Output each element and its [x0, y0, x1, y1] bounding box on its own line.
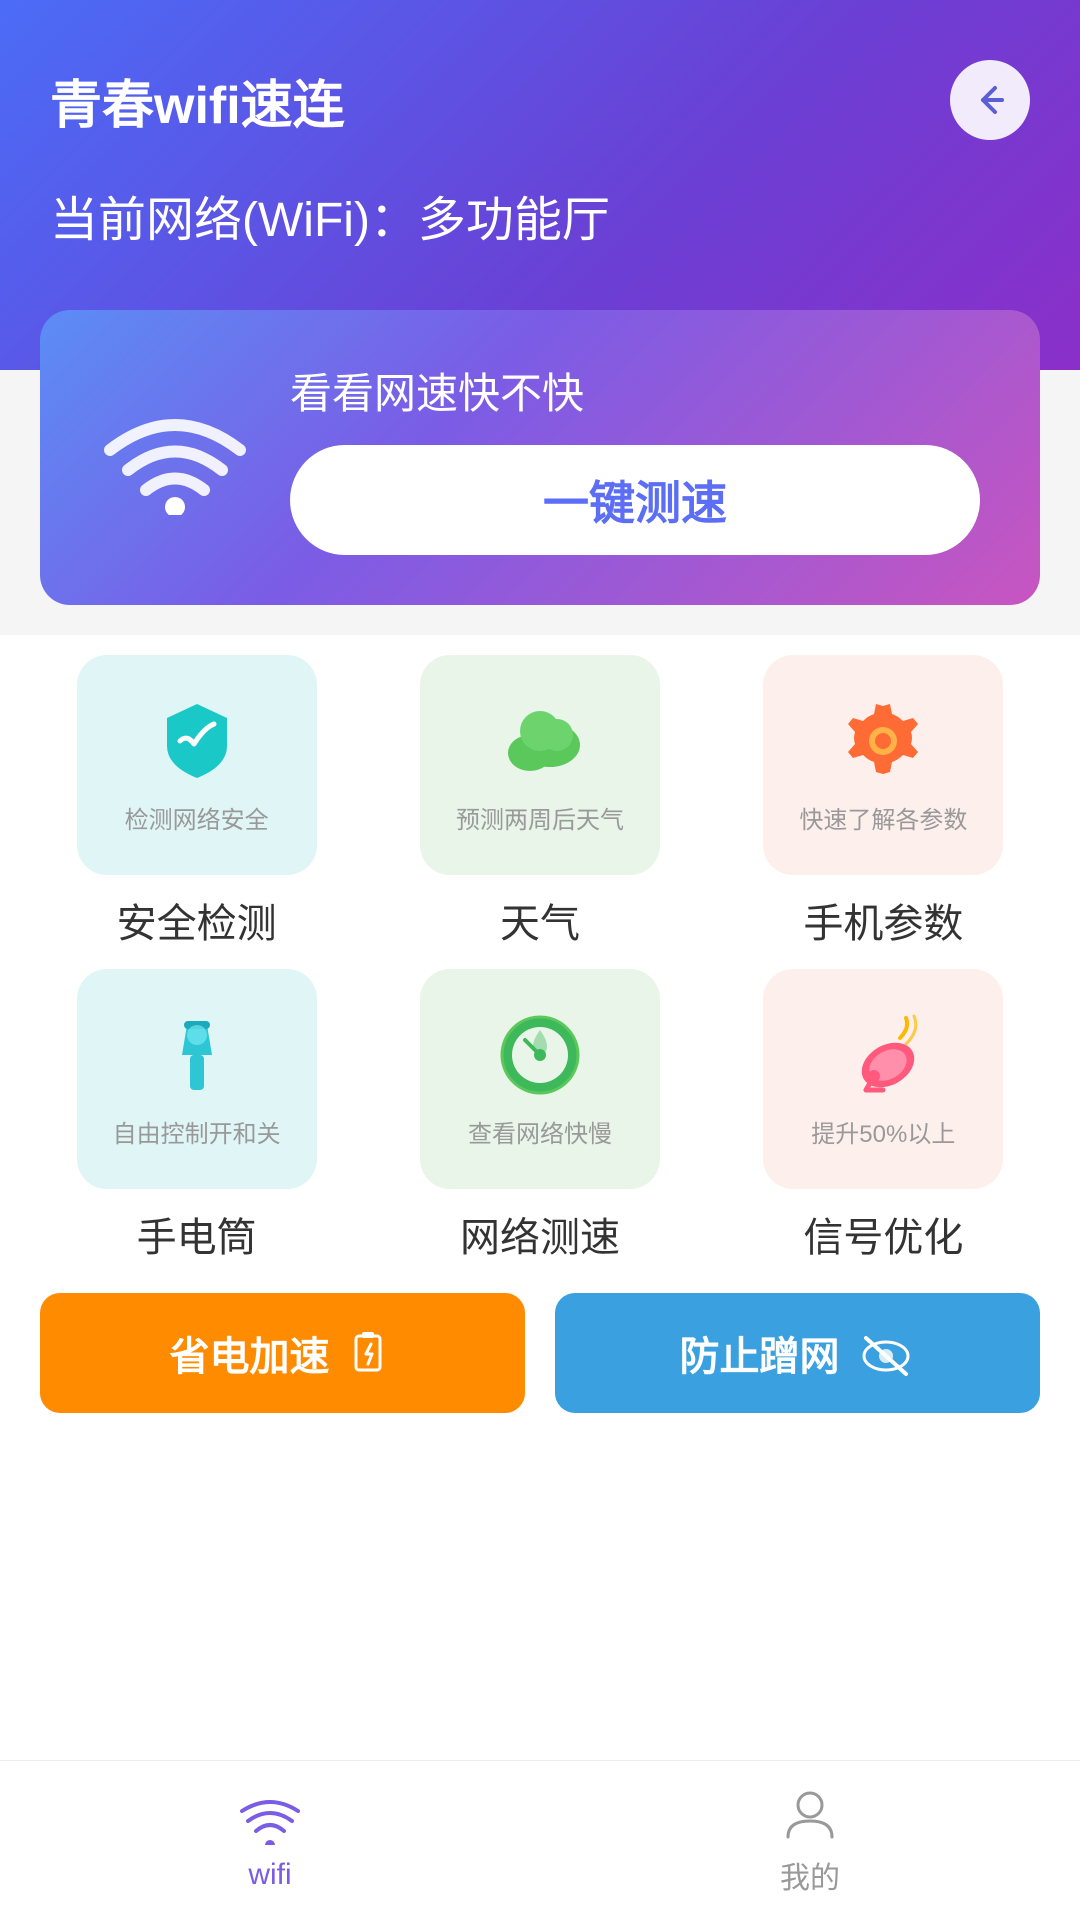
feature-card-signal: 提升50%以上: [763, 969, 1003, 1189]
phone-params-desc: 快速了解各参数: [799, 800, 967, 835]
bottom-navigation: wifi 我的: [0, 1760, 1080, 1920]
weather-desc: 预测两周后天气: [456, 800, 624, 835]
torch-desc: 自由控制开和关: [113, 1114, 281, 1149]
security-desc: 检测网络安全: [125, 800, 269, 835]
feature-grid-row2: 自由控制开和关 手电筒 查看网络快慢 网络测速: [40, 969, 1040, 1263]
nav-wifi-icon: [235, 1790, 305, 1850]
torch-name: 手电筒: [137, 1205, 257, 1263]
cloud-icon: [495, 696, 585, 786]
network-speed-name: 网络测速: [460, 1205, 620, 1263]
network-speed-desc: 查看网络快慢: [468, 1114, 612, 1149]
feature-card-network-speed: 查看网络快慢: [420, 969, 660, 1189]
shield-icon: [152, 696, 242, 786]
nav-user-icon: [780, 1785, 840, 1845]
speed-description: 看看网速快不快: [290, 360, 980, 421]
nav-item-wifi[interactable]: wifi: [0, 1790, 540, 1892]
feature-item-weather[interactable]: 预测两周后天气 天气: [383, 655, 696, 949]
gear-icon: [838, 696, 928, 786]
signal-name: 信号优化: [803, 1205, 963, 1263]
nav-wifi-label: wifi: [248, 1858, 291, 1892]
anti-rub-label: 防止蹭网: [680, 1324, 840, 1382]
bottom-cards: 省电加速 防止蹭网: [40, 1293, 1040, 1413]
speed-card-content: 看看网速快不快 一键测速: [290, 360, 980, 555]
feature-card-security: 检测网络安全: [77, 655, 317, 875]
feature-item-security[interactable]: 检测网络安全 安全检测: [40, 655, 353, 949]
feature-item-phone-params[interactable]: 快速了解各参数 手机参数: [727, 655, 1040, 949]
signal-desc: 提升50%以上: [811, 1114, 955, 1149]
anti-rub-card[interactable]: 防止蹭网: [555, 1293, 1040, 1413]
power-boost-label: 省电加速: [170, 1324, 330, 1382]
nav-item-my[interactable]: 我的: [540, 1785, 1080, 1897]
current-network-label: 当前网络(WiFi)：多功能厅: [50, 180, 1030, 250]
nav-my-label: 我的: [780, 1853, 840, 1897]
speed-test-card: 看看网速快不快 一键测速: [40, 310, 1040, 605]
header-top: 青春wifi速连: [50, 60, 1030, 140]
feature-card-phone-params: 快速了解各参数: [763, 655, 1003, 875]
feature-card-torch: 自由控制开和关: [77, 969, 317, 1189]
signal-icon: [838, 1010, 928, 1100]
wifi-signal-icon: [100, 395, 250, 520]
feature-grid-row1: 检测网络安全 安全检测 预测两周后天气 天气: [40, 655, 1040, 949]
power-boost-card[interactable]: 省电加速: [40, 1293, 525, 1413]
app-title: 青春wifi速连: [50, 63, 345, 138]
back-button[interactable]: [950, 60, 1030, 140]
feature-item-torch[interactable]: 自由控制开和关 手电筒: [40, 969, 353, 1263]
speedometer-icon: [495, 1010, 585, 1100]
feature-item-network-speed[interactable]: 查看网络快慢 网络测速: [383, 969, 696, 1263]
feature-item-signal[interactable]: 提升50%以上 信号优化: [727, 969, 1040, 1263]
torch-icon: [152, 1010, 242, 1100]
weather-name: 天气: [500, 891, 580, 949]
feature-card-weather: 预测两周后天气: [420, 655, 660, 875]
phone-params-name: 手机参数: [803, 891, 963, 949]
security-name: 安全检测: [117, 891, 277, 949]
speed-test-button[interactable]: 一键测速: [290, 445, 980, 555]
main-content: 检测网络安全 安全检测 预测两周后天气 天气: [0, 635, 1080, 1835]
